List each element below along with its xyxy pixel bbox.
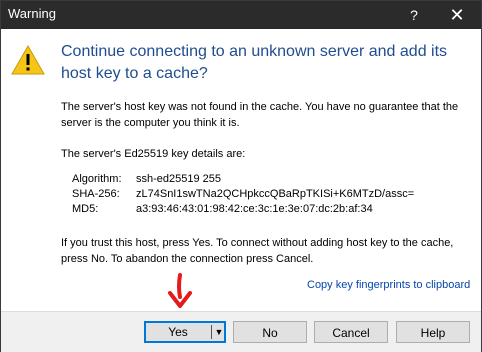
key-detail-value: a3:93:46:43:01:98:42:ce:3c:1e:3e:07:dc:2… — [136, 203, 373, 215]
red-down-arrow-icon — [168, 273, 192, 308]
chevron-down-icon[interactable]: ▼ — [213, 323, 225, 341]
warning-dialog: Warning ? ✕ Continue connecting to an un… — [0, 0, 482, 352]
title-help-button[interactable]: ? — [403, 4, 425, 26]
copy-fingerprints-link[interactable]: Copy key fingerprints to clipboard — [307, 279, 470, 291]
cancel-button[interactable]: Cancel — [314, 321, 388, 343]
host-key-warning-text: The server's host key was not found in t… — [61, 101, 459, 129]
key-details-label: The server's Ed25519 key details are: — [61, 148, 246, 160]
yes-button[interactable]: Yes — [146, 323, 210, 341]
warning-icon — [11, 45, 45, 75]
key-detail-row: Algorithm: ssh-ed25519 255 — [72, 172, 472, 187]
key-detail-row: MD5: a3:93:46:43:01:98:42:ce:3c:1e:3e:07… — [72, 202, 472, 217]
key-detail-name: SHA-256: — [72, 188, 120, 200]
button-bar: Yes ▼ No Cancel Help — [1, 311, 481, 352]
key-detail-value: zL74SnI1swTNa2QCHpkccQBaRpTKISi+K6MTzD/a… — [136, 188, 415, 200]
key-detail-row: SHA-256: zL74SnI1swTNa2QCHpkccQBaRpTKISi… — [72, 187, 472, 202]
no-button[interactable]: No — [233, 321, 307, 343]
key-detail-value: ssh-ed25519 255 — [136, 173, 222, 185]
split-divider — [211, 325, 212, 339]
dialog-heading: Continue connecting to an unknown server… — [61, 43, 448, 82]
title-bar: Warning ? ✕ — [1, 1, 481, 29]
yes-split-button[interactable]: Yes ▼ — [144, 321, 226, 343]
close-button[interactable]: ✕ — [439, 4, 475, 26]
key-detail-name: MD5: — [72, 203, 99, 215]
key-details: Algorithm: ssh-ed25519 255 SHA-256: zL74… — [72, 172, 472, 217]
help-button[interactable]: Help — [396, 321, 470, 343]
window-title: Warning — [8, 6, 56, 21]
key-detail-name: Algorithm: — [72, 173, 122, 185]
instructions-text: If you trust this host, press Yes. To co… — [61, 237, 454, 265]
